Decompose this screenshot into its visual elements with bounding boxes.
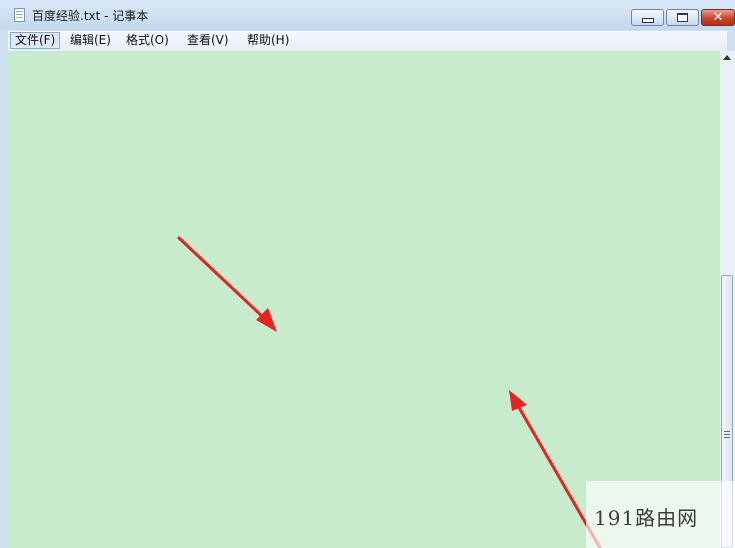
arrow-pointing-down-right-icon [177,236,277,332]
annotation-arrows [177,236,602,548]
watermark-text: 191路由网 [594,506,699,530]
notepad-window: 百度经验.txt - 记事本 ✕ 文件(F) 编辑(E) 格式(O) 查看(V)… [0,0,735,548]
